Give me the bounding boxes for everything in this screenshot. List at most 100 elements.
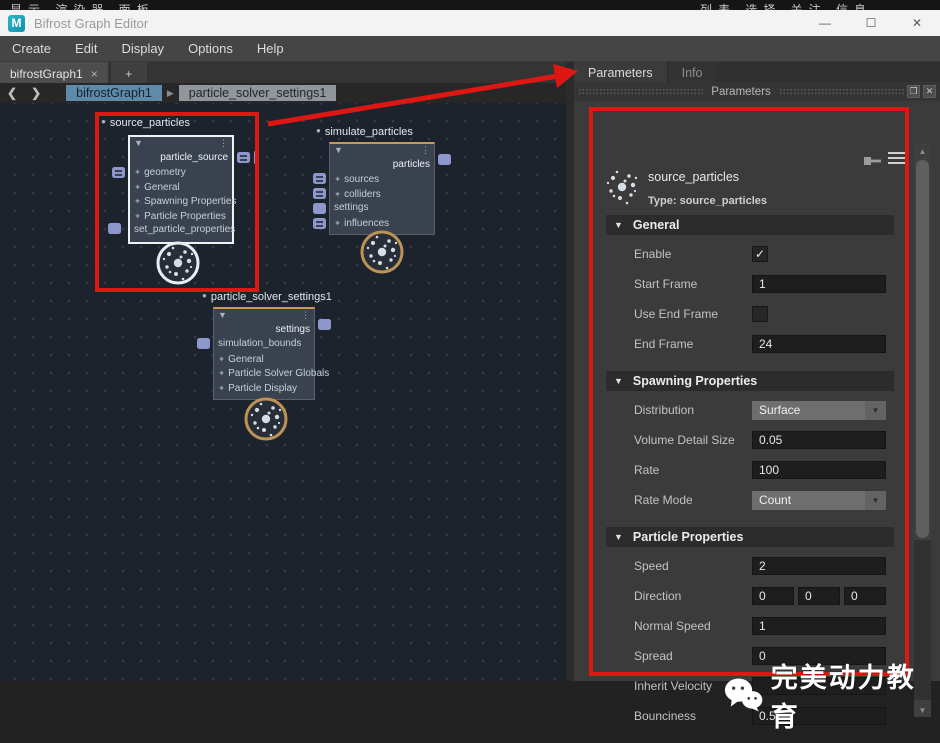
volume-detail-size-input[interactable] (752, 431, 886, 449)
input-port-sources[interactable] (313, 173, 326, 184)
panel-tab-bar: Parameters Info (574, 62, 940, 82)
section-header-particle-properties[interactable]: ▼Particle Properties (606, 527, 894, 547)
node-source-particles[interactable]: ▼ ⋮ particle_source ✦geometry✦General✦Sp… (128, 135, 234, 244)
tab-label: bifrostGraph1 (10, 67, 83, 81)
node-row-geometry[interactable]: ✦geometry (134, 165, 228, 180)
menu-item-display[interactable]: Display (109, 41, 176, 56)
tab-parameters[interactable]: Parameters (574, 62, 667, 82)
param-row-start-frame: Start Frame (634, 275, 886, 293)
speed-input[interactable] (752, 557, 886, 575)
enable-checkbox[interactable]: ✓ (752, 246, 768, 262)
rate-mode-select[interactable]: Count▼ (752, 491, 886, 510)
window-titlebar: M Bifrost Graph Editor — ☐ ✕ (0, 10, 940, 36)
menu-item-create[interactable]: Create (0, 41, 63, 56)
direction-x-input[interactable] (752, 587, 794, 605)
tab-bifrostgraph1[interactable]: bifrostGraph1 × (0, 62, 108, 83)
collapse-chevron-icon[interactable]: ▼ (218, 310, 227, 323)
node-menu-dots-icon[interactable]: ⋮ (421, 145, 430, 158)
param-label: Direction (634, 589, 752, 603)
star-icon: ✦ (334, 189, 341, 199)
distribution-select[interactable]: Surface▼ (752, 401, 886, 420)
panel-divider[interactable] (566, 62, 574, 681)
section-collapse-icon[interactable]: ▼ (606, 376, 633, 386)
maximize-button[interactable]: ☐ (848, 10, 894, 36)
node-row-sources[interactable]: ✦sources (334, 172, 430, 187)
node-output-label[interactable]: settings (218, 323, 310, 337)
collapse-chevron-icon[interactable]: ▼ (134, 138, 143, 151)
star-icon: ✦ (334, 174, 341, 184)
scrollbar-thumb[interactable] (916, 160, 929, 538)
panel-menu-icon[interactable] (888, 152, 905, 164)
breadcrumb-item-root[interactable]: bifrostGraph1 (66, 85, 162, 101)
node-state-dot-icon: ● (202, 291, 207, 300)
output-port-bar-icon (254, 151, 257, 164)
collapse-chevron-icon[interactable]: ▼ (334, 145, 343, 158)
tab-info[interactable]: Info (667, 62, 717, 82)
minimize-button[interactable]: — (802, 10, 848, 36)
node-row-set-particle-properties[interactable]: set_particle_properties (134, 223, 228, 238)
node-menu-dots-icon[interactable]: ⋮ (219, 138, 228, 151)
output-port-particle-source[interactable] (237, 152, 250, 163)
menu-bar: CreateEditDisplayOptionsHelp (0, 36, 940, 62)
input-port-influences[interactable] (313, 218, 326, 229)
input-port-colliders[interactable] (313, 188, 326, 199)
forward-arrow-icon[interactable]: ❯ (24, 86, 48, 100)
rate-input[interactable] (752, 461, 886, 479)
node-menu-dots-icon[interactable]: ⋮ (301, 310, 310, 323)
menu-item-edit[interactable]: Edit (63, 41, 109, 56)
input-port-simulation-bounds[interactable] (197, 338, 210, 349)
input-port-set-particle-properties[interactable] (108, 223, 121, 234)
select-arrow-icon[interactable]: ▼ (865, 401, 886, 420)
panel-scrollbar[interactable]: ▲ ▼ (914, 144, 931, 717)
node-row-simulation-bounds[interactable]: simulation_bounds (218, 337, 310, 352)
section-header-general[interactable]: ▼General (606, 215, 894, 235)
node-output-label[interactable]: particle_source (134, 151, 228, 165)
normal-speed-input[interactable] (752, 617, 886, 635)
output-port-settings[interactable] (318, 319, 331, 330)
section-header-spawning-properties[interactable]: ▼Spawning Properties (606, 371, 894, 391)
input-port-settings[interactable] (313, 203, 326, 214)
scroll-up-icon[interactable]: ▲ (914, 144, 931, 158)
node-row-particle-properties[interactable]: ✦Particle Properties (134, 209, 228, 224)
menu-item-help[interactable]: Help (245, 41, 296, 56)
use-end-frame-checkbox[interactable] (752, 306, 768, 322)
node-graph-canvas[interactable]: ●source_particles ▼ ⋮ particle_source ✦g… (0, 103, 566, 681)
section-collapse-icon[interactable]: ▼ (606, 220, 633, 230)
node-particle-solver-settings1[interactable]: ▼ ⋮ settings simulation_bounds✦General✦P… (213, 307, 315, 400)
direction-z-input[interactable] (844, 587, 886, 605)
node-row-particle-solver-globals[interactable]: ✦Particle Solver Globals (218, 366, 310, 381)
param-row-end-frame: End Frame (634, 335, 886, 353)
param-label: End Frame (634, 337, 752, 351)
node-row-general[interactable]: ✦General (134, 180, 228, 195)
back-arrow-icon[interactable]: ❮ (0, 86, 24, 100)
node-output-label[interactable]: particles (334, 158, 430, 172)
node-row-general[interactable]: ✦General (218, 352, 310, 367)
param-label: Volume Detail Size (634, 433, 752, 447)
pin-icon[interactable] (862, 154, 884, 173)
param-label: Rate Mode (634, 493, 752, 507)
node-row-particle-display[interactable]: ✦Particle Display (218, 381, 310, 396)
start-frame-input[interactable] (752, 275, 886, 293)
undock-panel-icon[interactable]: ❐ (907, 85, 920, 98)
select-arrow-icon[interactable]: ▼ (865, 491, 886, 510)
node-row-spawning-properties[interactable]: ✦Spawning Properties (134, 194, 228, 209)
tab-close-icon[interactable]: × (91, 67, 98, 81)
node-simulate-particles[interactable]: ▼ ⋮ particles ✦sources✦colliderssettings… (329, 142, 435, 235)
node-row-settings[interactable]: settings (334, 201, 430, 216)
breadcrumb-item-child[interactable]: particle_solver_settings1 (179, 85, 337, 101)
drag-texture (578, 88, 703, 95)
panel-header[interactable]: Parameters ❐ ✕ (574, 82, 940, 101)
close-panel-icon[interactable]: ✕ (923, 85, 936, 98)
node-row-colliders[interactable]: ✦colliders (334, 187, 430, 202)
close-button[interactable]: ✕ (894, 10, 940, 36)
graph-editor-region: bifrostGraph1 × + ❮ ❯ bifrostGraph1 ▶ pa… (0, 62, 566, 681)
direction-y-input[interactable] (798, 587, 840, 605)
menu-item-options[interactable]: Options (176, 41, 245, 56)
new-tab-button[interactable]: + (111, 62, 147, 83)
node-title-particle-solver-settings1: ●particle_solver_settings1 (202, 291, 332, 303)
input-port-geometry[interactable] (112, 167, 125, 178)
end-frame-input[interactable] (752, 335, 886, 353)
section-collapse-icon[interactable]: ▼ (606, 532, 633, 542)
output-port-particles[interactable] (438, 154, 451, 165)
node-state-dot-icon: ● (101, 117, 106, 126)
